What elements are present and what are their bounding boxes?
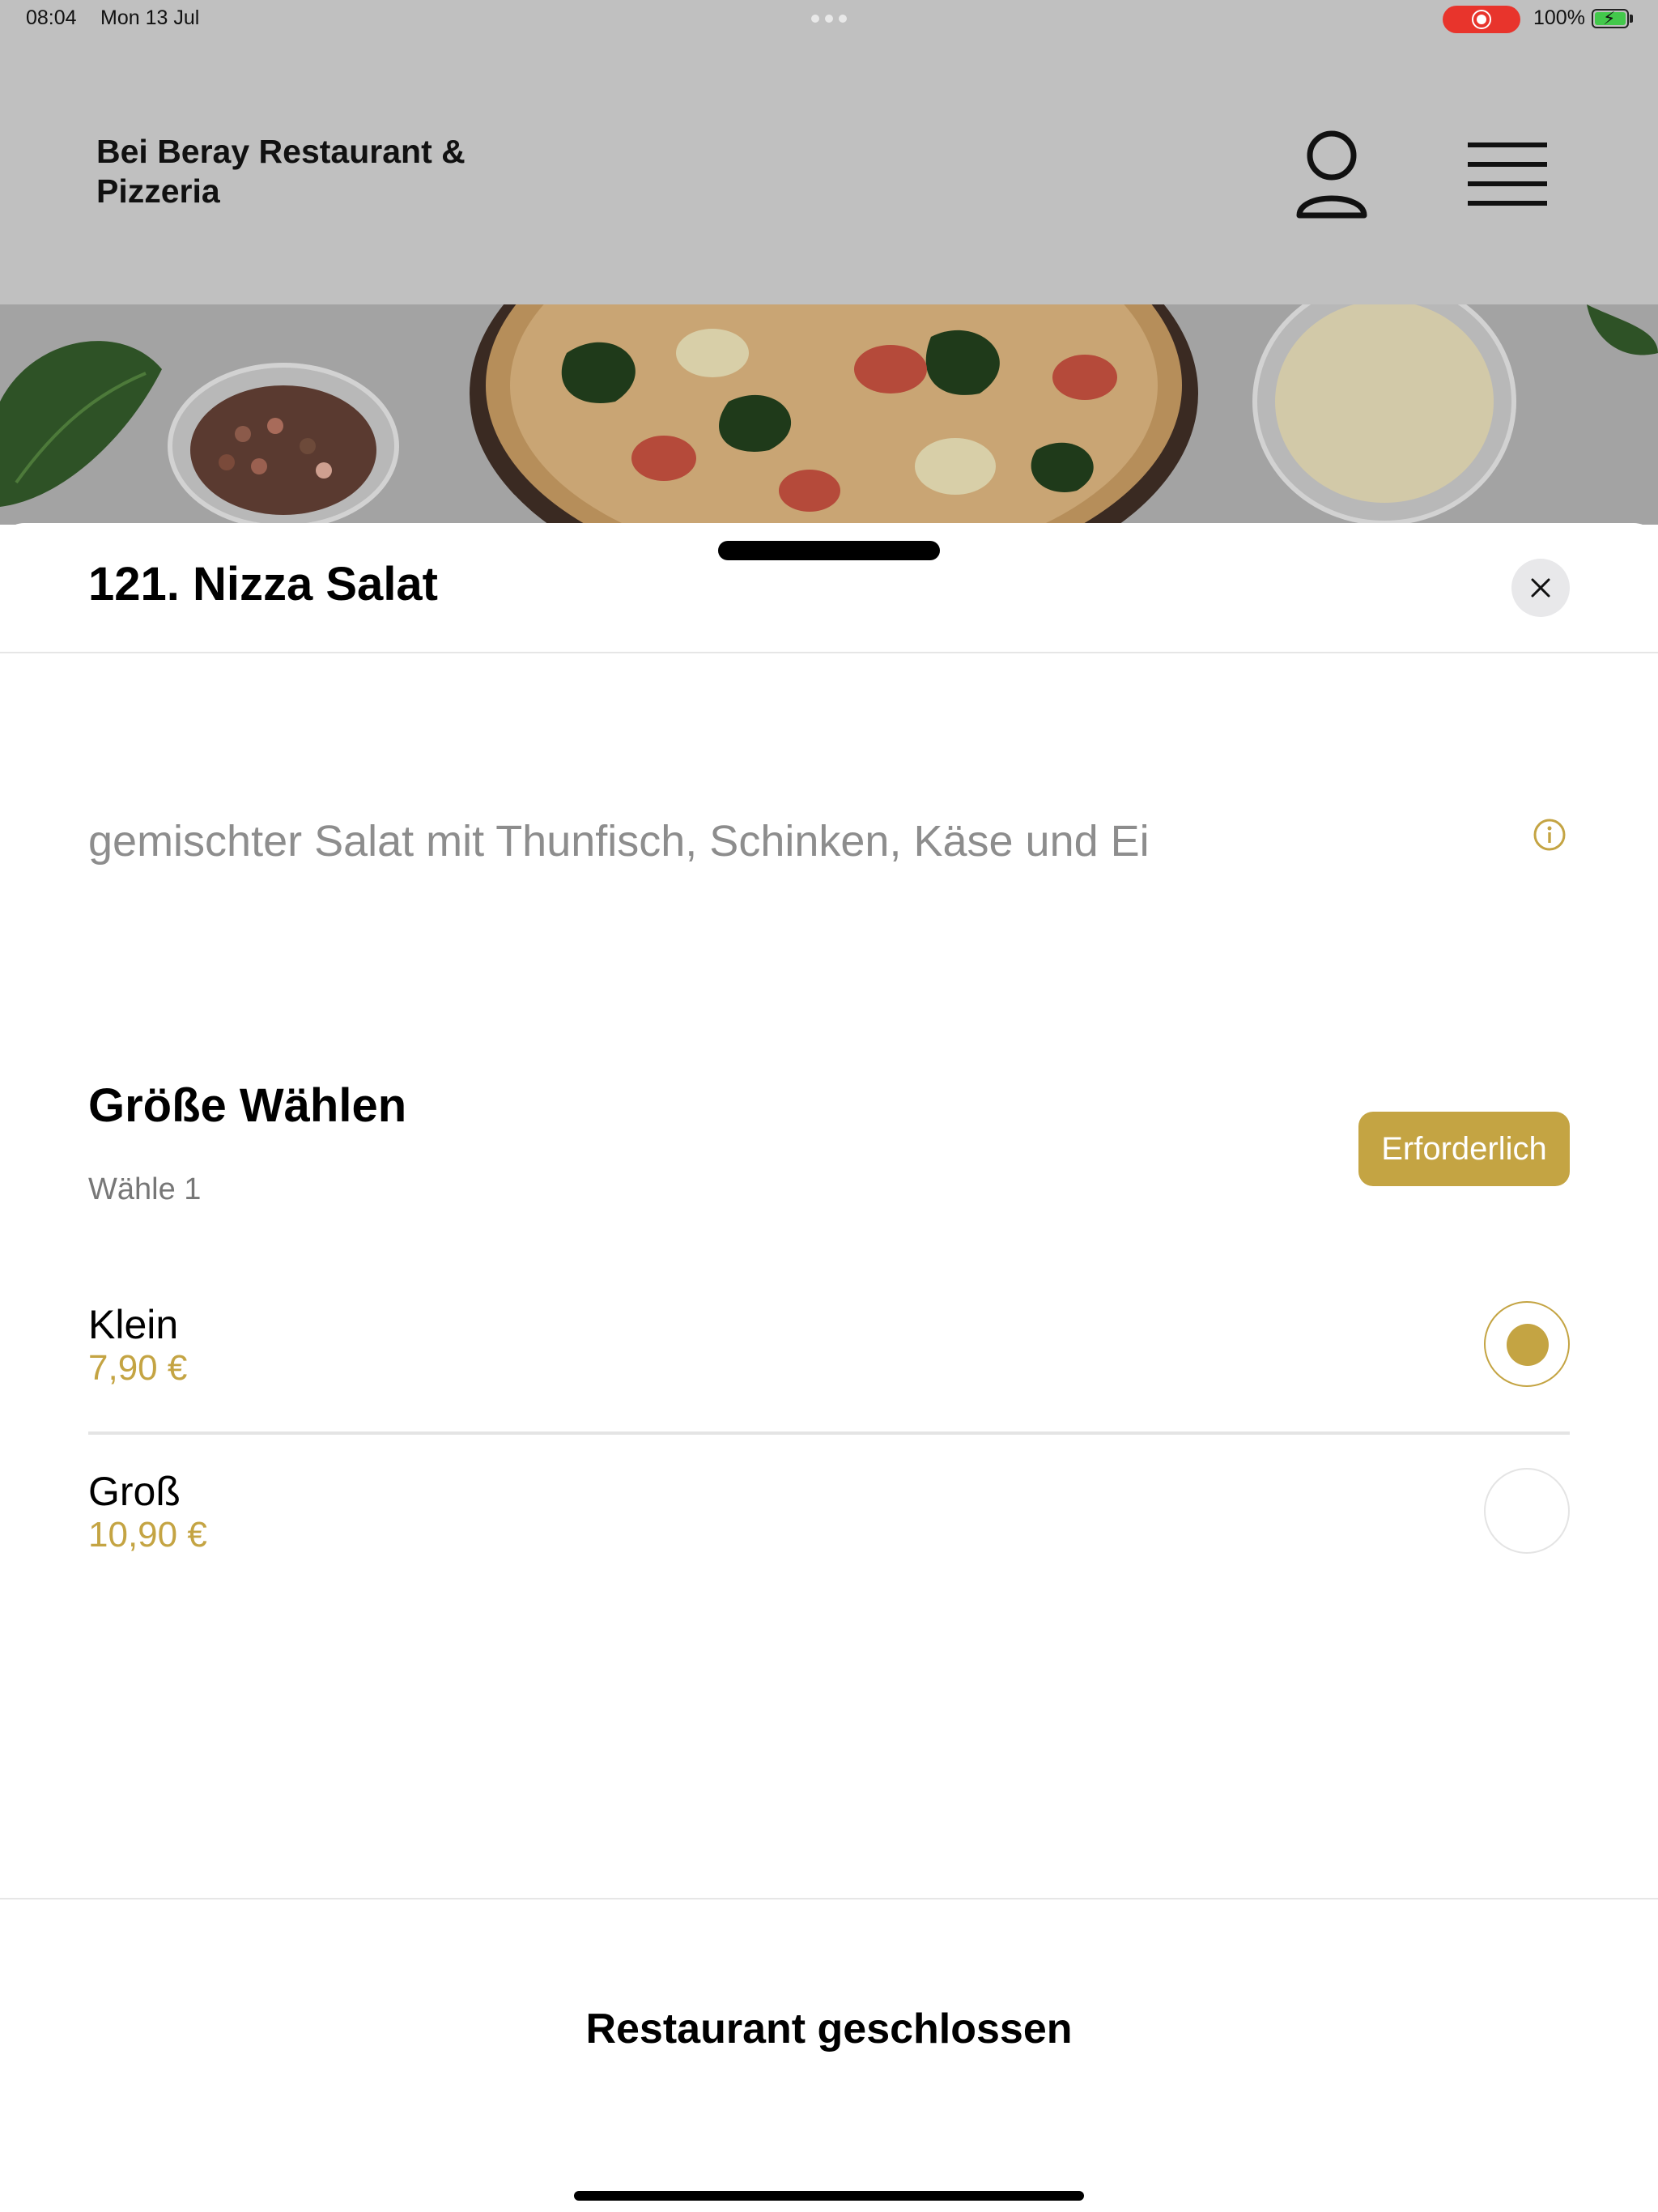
hero-image [0,304,1658,525]
multitasking-dots-icon[interactable] [811,15,847,24]
size-option-gross[interactable]: Groß 10,90 € [88,1468,1570,1589]
info-icon [1533,819,1566,851]
option-name: Groß [88,1469,181,1514]
required-badge: Erforderlich [1358,1112,1570,1186]
close-icon [1531,578,1550,598]
radio-button-unselected[interactable] [1484,1468,1570,1554]
battery-cap [1630,15,1633,23]
status-date: Mon 13 Jul [100,6,200,29]
radio-button-selected[interactable] [1484,1301,1570,1387]
size-option-klein[interactable]: Klein 7,90 € [88,1301,1570,1423]
option-name: Klein [88,1302,179,1347]
sheet-grabber[interactable] [718,541,940,560]
battery-icon: ⚡ [1592,8,1629,28]
pizza-hero-image [0,304,1658,525]
screen-recording-icon[interactable] [1443,6,1520,33]
battery-percent: 100% [1533,6,1585,29]
status-time: 08:04 [26,6,77,29]
option-divider [88,1431,1570,1435]
title-divider [0,652,1658,653]
hamburger-menu-icon [1468,143,1547,206]
status-bar: 08:04 Mon 13 Jul 100% ⚡ [0,0,1658,39]
brand-name[interactable]: Bei Beray Restaurant & Pizzeria [96,132,517,211]
product-title: 121. Nizza Salat [88,558,438,610]
size-section-subtitle: Wähle 1 [88,1172,202,1206]
size-section-title: Größe Wählen [88,1079,407,1132]
product-sheet: 121. Nizza Salat gemischter Salat mit Th… [0,523,1658,2212]
profile-button[interactable] [1287,128,1376,225]
option-price: 7,90 € [88,1348,188,1388]
info-button[interactable] [1533,818,1567,852]
menu-button[interactable] [1461,134,1558,215]
app-header: Bei Beray Restaurant & Pizzeria [0,39,1658,304]
product-description: gemischter Salat mit Thunfisch, Schinken… [88,817,1150,866]
person-icon [1296,130,1367,219]
footer-divider [0,1898,1658,1899]
restaurant-closed-label: Restaurant geschlossen [585,2006,1073,2052]
home-indicator [574,2191,1084,2201]
close-button[interactable] [1511,559,1570,617]
option-price: 10,90 € [88,1515,207,1555]
